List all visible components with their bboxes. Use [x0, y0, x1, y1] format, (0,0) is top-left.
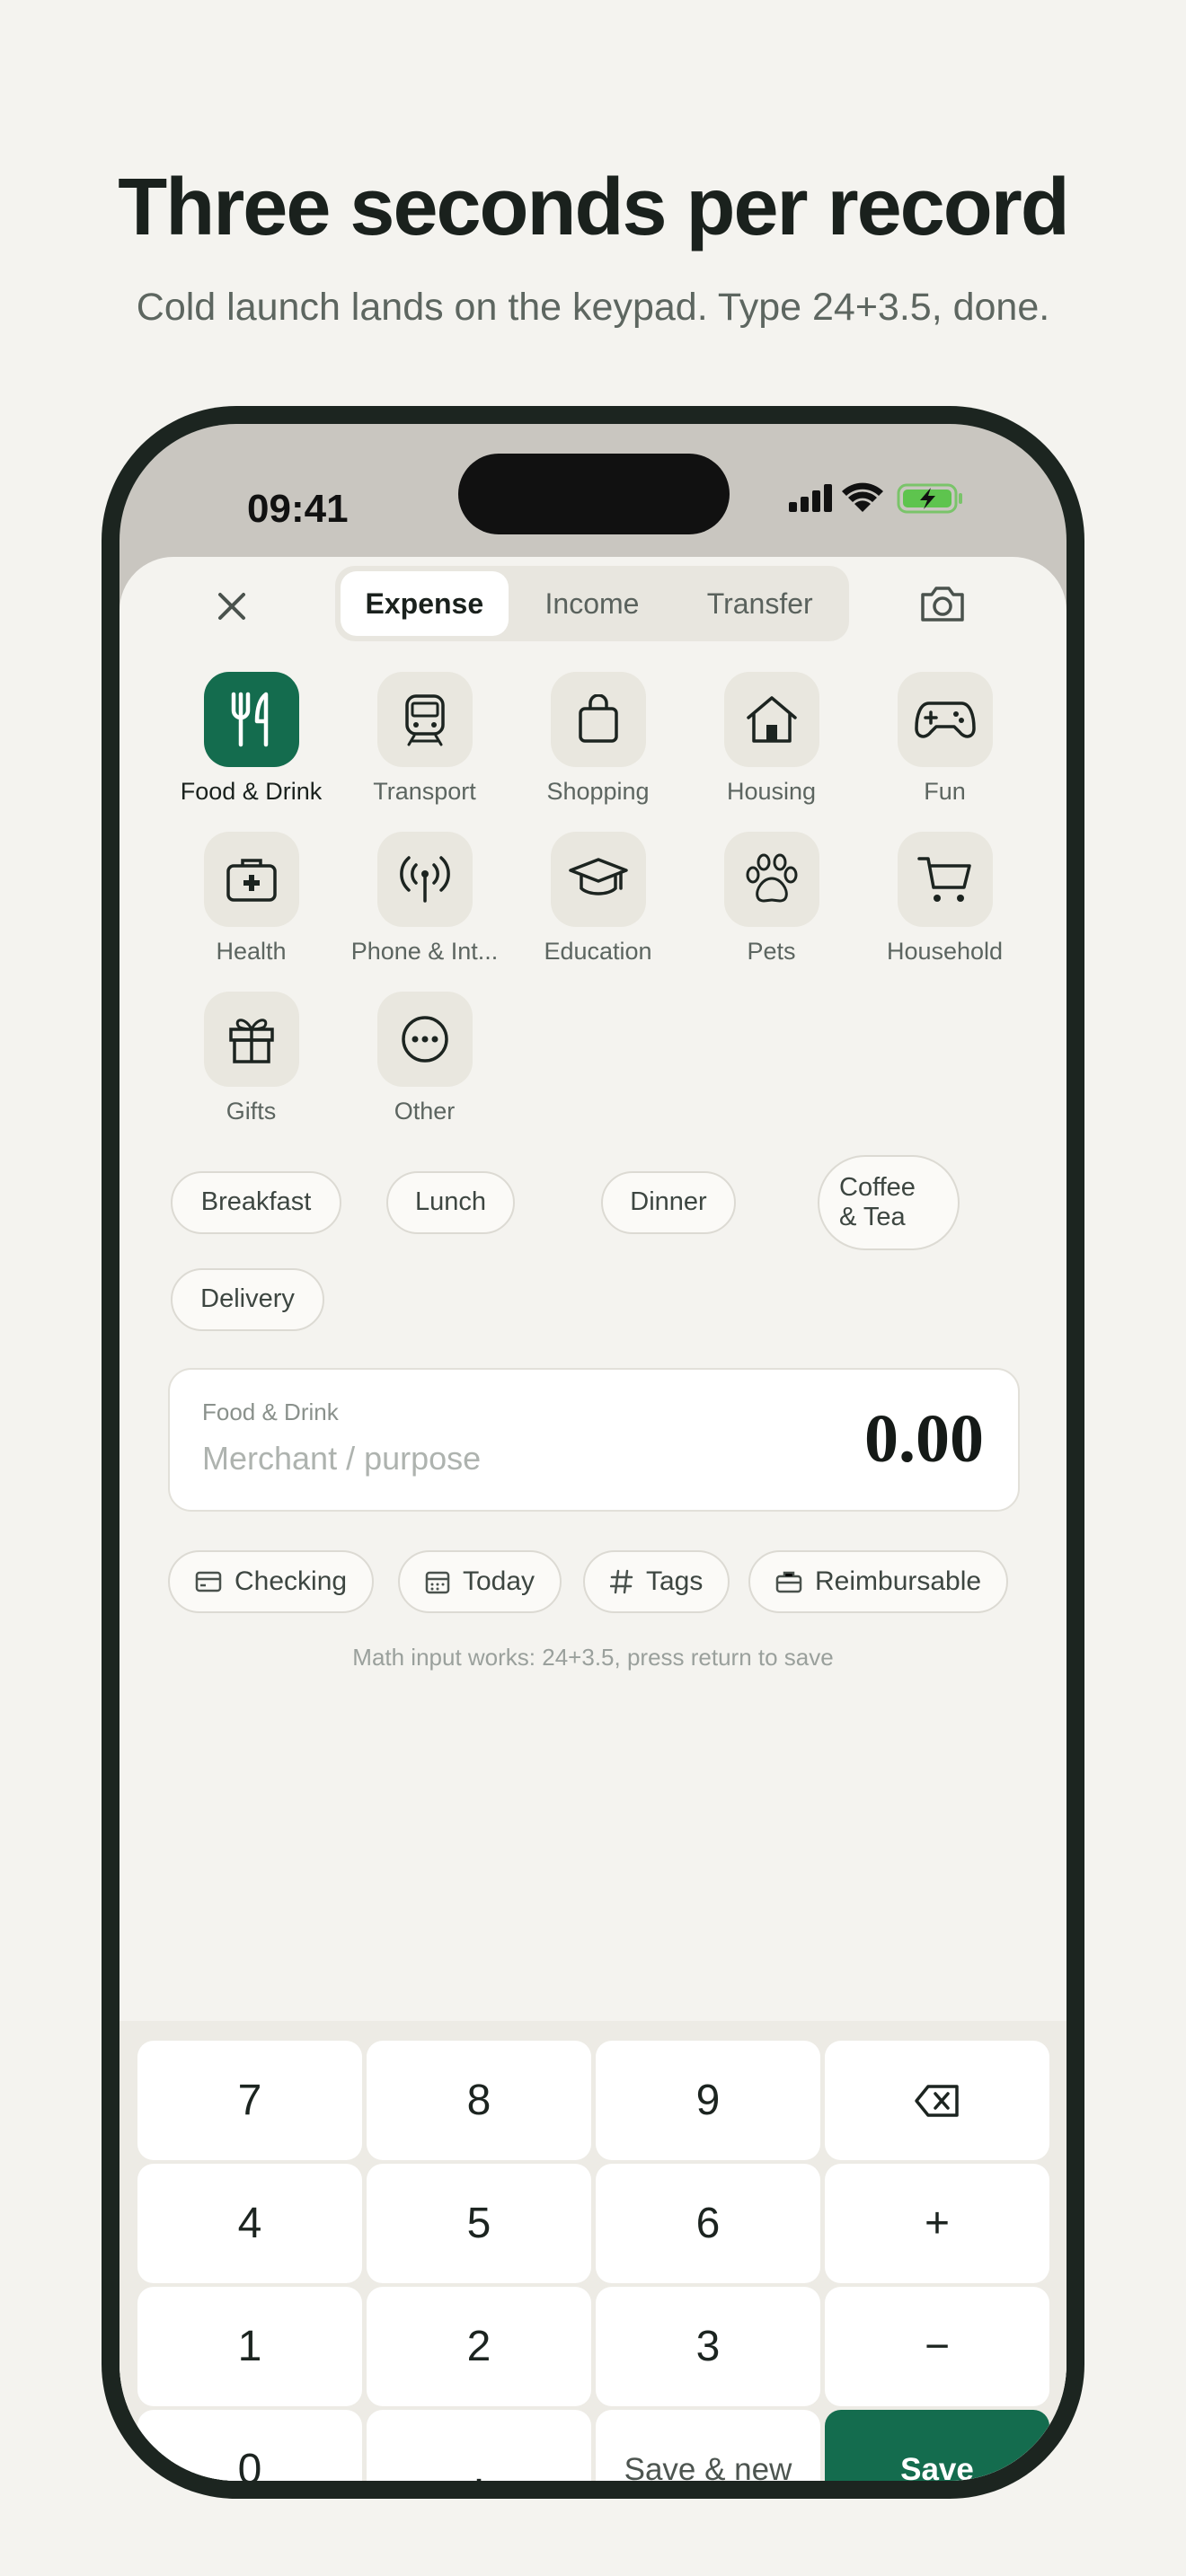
category-fun[interactable]: Fun	[858, 672, 1031, 806]
backspace-icon	[915, 2084, 959, 2117]
math-hint: Math input works: 24+3.5, press return t…	[352, 1644, 834, 1671]
graduation-cap-icon	[568, 858, 628, 895]
wifi-icon	[842, 482, 883, 512]
keypad: 7 8 9 4 5 6 + 1 2 3 − 0 . Save & new Sav…	[119, 2021, 1067, 2481]
type-segmented-control: Expense Income Transfer	[335, 566, 849, 641]
key-6[interactable]: 6	[596, 2164, 820, 2283]
camera-icon	[921, 587, 964, 622]
close-button[interactable]	[209, 584, 254, 629]
key-8[interactable]: 8	[367, 2041, 591, 2160]
chip-lunch[interactable]: Lunch	[386, 1171, 515, 1234]
entry-card: Food & Drink 0.00	[168, 1368, 1020, 1512]
headline: Three seconds per record	[118, 163, 1069, 252]
paw-icon	[746, 853, 797, 903]
account-chip[interactable]: Checking	[168, 1550, 375, 1613]
key-0[interactable]: 0	[137, 2410, 362, 2481]
train-icon	[404, 694, 445, 746]
key-plus[interactable]: +	[825, 2164, 1049, 2283]
medical-kit-icon	[226, 859, 277, 902]
category-shopping[interactable]: Shopping	[511, 672, 685, 806]
antenna-icon	[399, 856, 450, 903]
card-icon	[195, 1571, 222, 1592]
battery-icon	[897, 483, 962, 514]
entry-category-label: Food & Drink	[202, 1398, 339, 1425]
phone-frame: 09:41 Expense Income Transfer Food & Dri…	[102, 406, 1084, 2499]
key-4[interactable]: 4	[137, 2164, 362, 2283]
gift-icon	[228, 1019, 274, 1063]
fork-knife-icon	[231, 692, 268, 747]
more-icon	[401, 1016, 448, 1063]
shopping-bag-icon	[578, 694, 618, 743]
save-and-new-button[interactable]: Save & new	[596, 2410, 820, 2481]
camera-button[interactable]	[917, 582, 968, 625]
tab-transfer[interactable]: Transfer	[676, 571, 844, 636]
dynamic-island	[458, 454, 730, 534]
merchant-input[interactable]	[202, 1440, 705, 1478]
category-health[interactable]: Health	[164, 832, 338, 966]
chip-coffee-tea[interactable]: Coffee & Tea	[818, 1155, 960, 1250]
category-gifts[interactable]: Gifts	[164, 992, 338, 1125]
signal-icon	[789, 484, 832, 512]
key-1[interactable]: 1	[137, 2287, 362, 2406]
house-icon	[746, 696, 797, 743]
entry-sheet: Expense Income Transfer Food & Drink Tra…	[119, 557, 1067, 2481]
tags-chip[interactable]: Tags	[583, 1550, 730, 1613]
key-9[interactable]: 9	[596, 2041, 820, 2160]
category-housing[interactable]: Housing	[685, 672, 858, 806]
status-icons	[789, 476, 987, 521]
gamepad-icon	[914, 701, 976, 738]
close-icon	[218, 593, 245, 620]
status-time: 09:41	[247, 487, 349, 531]
key-minus[interactable]: −	[825, 2287, 1049, 2406]
key-5[interactable]: 5	[367, 2164, 591, 2283]
cart-icon	[916, 857, 971, 902]
key-3[interactable]: 3	[596, 2287, 820, 2406]
save-button[interactable]: Save	[825, 2410, 1049, 2481]
briefcase-icon	[775, 1571, 802, 1593]
key-decimal[interactable]: .	[367, 2410, 591, 2481]
phone-screen: 09:41 Expense Income Transfer Food & Dri…	[119, 424, 1067, 2481]
category-phone-internet[interactable]: Phone & Int...	[338, 832, 511, 966]
key-2[interactable]: 2	[367, 2287, 591, 2406]
category-household[interactable]: Household	[858, 832, 1031, 966]
calendar-icon	[425, 1571, 450, 1594]
date-chip[interactable]: Today	[398, 1550, 562, 1613]
chip-dinner[interactable]: Dinner	[601, 1171, 736, 1234]
tab-income[interactable]: Income	[509, 571, 677, 636]
reimbursable-chip[interactable]: Reimbursable	[748, 1550, 1009, 1613]
amount-display: 0.00	[864, 1401, 984, 1477]
chip-breakfast[interactable]: Breakfast	[171, 1171, 341, 1234]
category-transport[interactable]: Transport	[338, 672, 511, 806]
key-7[interactable]: 7	[137, 2041, 362, 2160]
category-food-drink[interactable]: Food & Drink	[164, 672, 338, 806]
category-other[interactable]: Other	[338, 992, 511, 1125]
category-pets[interactable]: Pets	[685, 832, 858, 966]
hash-icon	[610, 1569, 633, 1594]
category-education[interactable]: Education	[511, 832, 685, 966]
backspace-key[interactable]	[825, 2041, 1049, 2160]
tab-expense[interactable]: Expense	[341, 571, 509, 636]
chip-delivery[interactable]: Delivery	[171, 1268, 324, 1331]
subhead: Cold launch lands on the keypad. Type 24…	[136, 286, 1050, 329]
